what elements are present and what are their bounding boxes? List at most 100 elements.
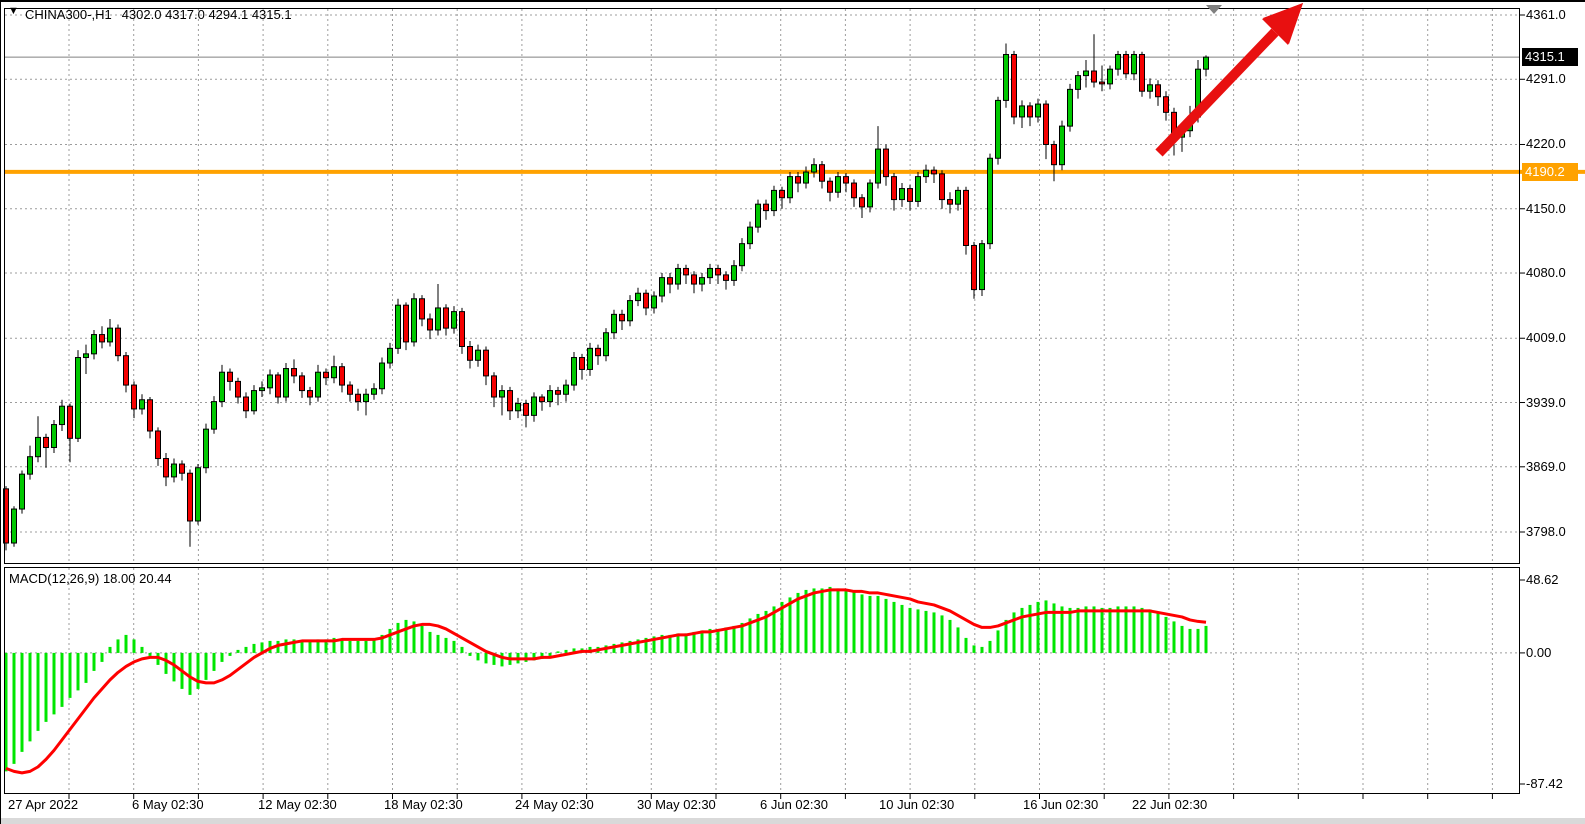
time-axis-label: 10 Jun 02:30 <box>879 798 954 812</box>
price-tag: 4190.2 <box>1522 163 1578 181</box>
macd-histogram-bar <box>1101 608 1104 653</box>
macd-indicator-label: MACD(12,26,9) 18.00 20.44 <box>9 571 172 586</box>
candle-body <box>1052 144 1057 164</box>
macd-histogram-bar <box>117 639 120 652</box>
macd-histogram-bar <box>77 653 80 690</box>
macd-histogram-bar <box>1069 608 1072 653</box>
candle-body <box>916 177 921 202</box>
macd-histogram-bar <box>869 596 872 653</box>
candle-body <box>20 474 25 509</box>
macd-histogram-bar <box>1141 608 1144 653</box>
candle-body <box>484 350 489 376</box>
macd-histogram-bar <box>821 588 824 652</box>
macd-histogram-bar <box>165 653 168 674</box>
candle-body <box>492 376 497 397</box>
candle-body <box>412 299 417 342</box>
candle-body <box>788 177 793 198</box>
candle-body <box>1028 106 1033 117</box>
candle-body <box>332 367 337 378</box>
candle-body <box>244 397 249 411</box>
price-axis-label: 4291.0 <box>1526 72 1566 86</box>
macd-histogram-bar <box>453 641 456 653</box>
time-axis-label: 27 Apr 2022 <box>8 798 78 812</box>
macd-histogram-bar <box>237 650 240 653</box>
macd-histogram-bar <box>725 627 728 652</box>
macd-histogram-bar <box>925 611 928 653</box>
trend-arrow-shaft[interactable] <box>1159 32 1275 153</box>
candle-body <box>580 358 585 370</box>
macd-histogram-bar <box>221 653 224 662</box>
candle-body <box>476 350 481 360</box>
macd-histogram-bar <box>981 647 984 653</box>
candle-body <box>436 308 441 330</box>
macd-histogram-bar <box>197 653 200 689</box>
candle-body <box>972 245 977 289</box>
candle-body <box>356 394 361 401</box>
macd-histogram-bar <box>309 641 312 653</box>
macd-histogram-bar <box>29 653 32 741</box>
candle-body <box>84 354 89 358</box>
candle-body <box>940 174 945 200</box>
candle-body <box>228 372 233 381</box>
candle-body <box>844 177 849 183</box>
macd-histogram-bar <box>373 639 376 652</box>
macd-histogram-bar <box>1085 606 1088 652</box>
time-axis-label: 24 May 02:30 <box>515 798 594 812</box>
candle-body <box>444 308 449 328</box>
chart-shift-marker-icon[interactable] <box>1206 5 1222 14</box>
candle-body <box>1076 76 1081 90</box>
macd-histogram-bar <box>557 651 560 652</box>
macd-histogram-bar <box>797 593 800 653</box>
price-axis-label: 4080.0 <box>1526 266 1566 280</box>
candle-body <box>548 391 553 402</box>
macd-histogram-bar <box>189 653 192 695</box>
macd-histogram-bar <box>469 653 472 656</box>
candle-body <box>180 464 185 473</box>
candle-body <box>892 177 897 200</box>
macd-histogram-bar <box>285 639 288 652</box>
macd-histogram-bar <box>229 653 232 656</box>
candle-body <box>692 275 697 284</box>
chart-canvas[interactable] <box>1 2 1585 824</box>
candle-body <box>1148 85 1153 91</box>
candle-body <box>44 437 49 447</box>
price-tag: 4315.1 <box>1522 48 1578 66</box>
candle-body <box>1060 126 1065 165</box>
macd-histogram-bar <box>1149 609 1152 652</box>
macd-histogram-bar <box>1053 603 1056 652</box>
macd-histogram-bar <box>253 644 256 653</box>
candle-body <box>348 385 353 394</box>
macd-histogram-bar <box>1109 608 1112 653</box>
candle-body <box>732 266 737 281</box>
candle-body <box>628 301 633 321</box>
candle-body <box>364 394 369 401</box>
macd-axis-label: -87.42 <box>1526 777 1563 791</box>
macd-histogram-bar <box>101 653 104 662</box>
candle-body <box>820 165 825 182</box>
candle-body <box>452 312 457 329</box>
candle-body <box>196 468 201 521</box>
macd-histogram-bar <box>501 653 504 666</box>
macd-histogram-bar <box>149 653 152 656</box>
candle-body <box>116 328 121 356</box>
candle-body <box>980 244 985 290</box>
time-axis-label: 16 Jun 02:30 <box>1023 798 1098 812</box>
macd-histogram-bar <box>941 615 944 652</box>
candle-body <box>652 296 657 308</box>
macd-histogram-bar <box>949 620 952 653</box>
macd-signal-line <box>6 590 1206 773</box>
candle-body <box>684 268 689 274</box>
candle-body <box>236 381 241 397</box>
candle-body <box>708 268 713 277</box>
macd-histogram-bar <box>141 647 144 653</box>
candle-body <box>124 356 129 385</box>
candle-body <box>1204 57 1209 69</box>
candle-body <box>1084 71 1089 76</box>
candle-body <box>700 278 705 284</box>
symbol-dropdown-icon[interactable]: ▼ <box>8 5 19 17</box>
macd-histogram-bar <box>1029 605 1032 653</box>
candle-body <box>804 172 809 183</box>
candle-body <box>468 347 473 361</box>
candle-body <box>1036 104 1041 117</box>
candle-body <box>740 244 745 266</box>
